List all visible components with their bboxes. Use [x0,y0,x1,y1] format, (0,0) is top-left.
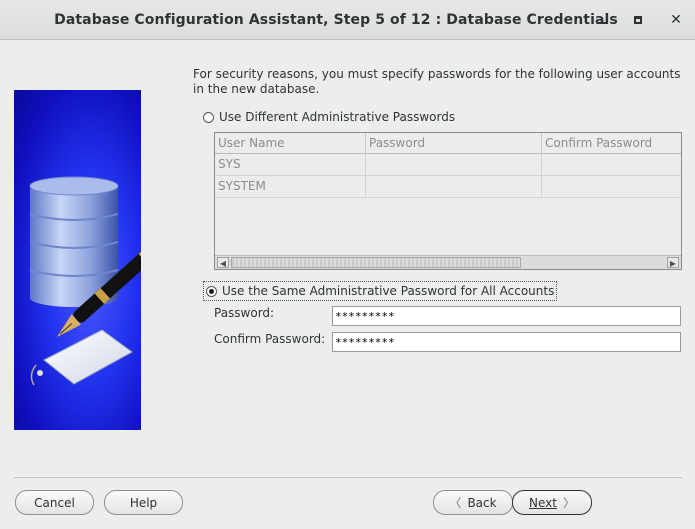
back-label: Back [467,495,497,510]
title-bar: Database Configuration Assistant, Step 5… [0,0,695,40]
cell-password[interactable] [366,176,542,198]
cancel-label: Cancel [34,495,75,510]
column-header-user-name: User Name [215,133,366,154]
option-label: Use the Same Administrative Password for… [222,284,555,298]
scroll-right-icon[interactable]: ▶ [667,257,679,268]
cell-user-name: SYSTEM [215,176,366,198]
radio-button[interactable] [206,285,217,297]
radio-button[interactable] [203,111,214,123]
intro-text: For security reasons, you must specify p… [193,67,681,96]
window-title: Database Configuration Assistant, Step 5… [54,12,618,28]
cell-user-name: SYS [215,154,366,176]
minimize-icon[interactable] [591,10,611,30]
user-accounts-table: User Name Password Confirm Password SYS … [214,132,682,270]
table-row[interactable]: SYS [215,154,681,176]
close-icon[interactable]: ✕ [666,10,686,30]
confirm-password-field[interactable] [332,332,681,352]
database-pen-icon [29,176,141,386]
confirm-password-label: Confirm Password: [214,332,326,346]
cell-confirm-password[interactable] [542,176,681,198]
table-row[interactable]: SYSTEM [215,176,681,198]
table-header: User Name Password Confirm Password [215,133,681,154]
column-header-password: Password [366,133,542,154]
help-label: Help [129,495,158,510]
next-button[interactable]: Next 〉 [512,490,592,515]
database-illustration [14,90,141,430]
footer-divider [14,477,682,478]
chevron-left-icon: 〈 [449,496,462,510]
back-button[interactable]: 〈 Back [433,490,513,515]
cell-password[interactable] [366,154,542,176]
scroll-left-icon[interactable]: ◀ [217,257,229,268]
next-label: Next [529,495,557,510]
help-button[interactable]: Help [104,490,183,515]
use-different-passwords-option[interactable]: Use Different Administrative Passwords [203,110,455,124]
chevron-right-icon: 〉 [562,496,575,510]
maximize-icon[interactable] [628,10,648,30]
horizontal-scrollbar[interactable]: ◀ ▶ [215,255,681,269]
scrollbar-thumb[interactable] [231,257,521,268]
password-label: Password: [214,306,275,320]
use-same-password-option[interactable]: Use the Same Administrative Password for… [203,281,558,301]
option-label: Use Different Administrative Passwords [219,110,456,124]
cell-confirm-password[interactable] [542,154,681,176]
column-header-confirm-password: Confirm Password [545,136,653,150]
password-field[interactable] [332,306,681,326]
cancel-button[interactable]: Cancel [15,490,94,515]
